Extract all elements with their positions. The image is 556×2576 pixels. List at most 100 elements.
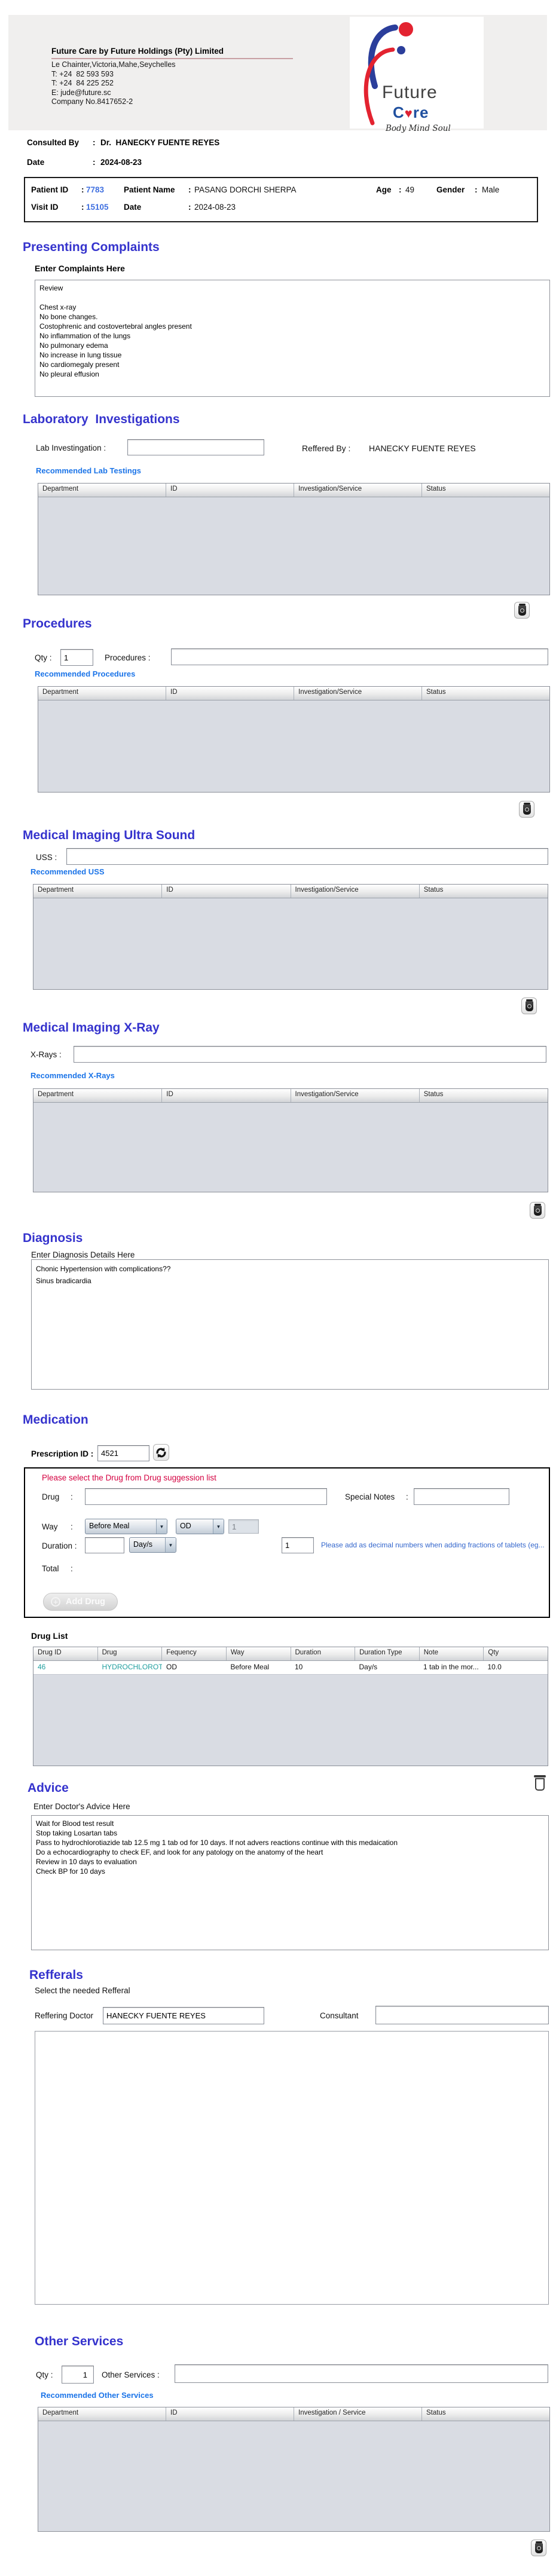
way-qty-input[interactable] [228, 1519, 259, 1534]
visit-id-value: 15105 [86, 203, 109, 212]
prescription-refresh-button[interactable] [153, 1444, 169, 1461]
other-services-delete-button[interactable] [531, 2540, 546, 2556]
drug-list-table: Drug ID Drug Fequency Way Duration Durat… [33, 1647, 548, 1766]
duration-label: Duration : [42, 1541, 77, 1550]
trash-icon [523, 804, 531, 815]
column-header: Fequency [162, 1647, 227, 1660]
drug-name-cell: HYDROCHLOROT [98, 1661, 163, 1674]
report-date-row: Date: 2024-08-23 [27, 157, 142, 168]
consultant-label: Consultant [320, 2011, 359, 2020]
duration-unit-select[interactable]: Day/s ▼ [129, 1537, 176, 1553]
total-label: Total [42, 1564, 59, 1573]
other-services-heading: Other Services [35, 2335, 123, 2349]
xray-delete-button[interactable] [530, 1202, 545, 1219]
recommended-lab-testings-link[interactable]: Recommended Lab Testings [36, 466, 141, 475]
column-header: Investigation/Service [291, 1089, 420, 1102]
consultation-report-page: Future Care by Future Holdings (Pty) Lim… [0, 0, 556, 2576]
advice-textarea[interactable]: Wait for Blood test result Stop taking L… [31, 1815, 549, 1950]
drug-duration-type-cell: Day/s [355, 1661, 420, 1674]
fraction-input[interactable] [282, 1537, 314, 1553]
way-label: Way [42, 1522, 58, 1531]
column-header: Qty [484, 1647, 548, 1660]
visit-date-label: Date [124, 203, 141, 212]
medication-heading: Medication [23, 1413, 88, 1427]
logo-wordmark-future: Future [382, 82, 438, 103]
refferals-list-box[interactable] [35, 2031, 549, 2305]
xray-input[interactable] [74, 1046, 546, 1063]
refresh-icon [155, 1447, 167, 1458]
column-header: Department [33, 1089, 162, 1102]
xray-input-label: X-Rays : [30, 1050, 62, 1059]
add-drug-button[interactable]: + Add Drug [43, 1593, 118, 1611]
drug-list-delete-button[interactable] [533, 1774, 548, 1792]
column-header: Department [38, 687, 166, 700]
lab-delete-button[interactable] [514, 602, 530, 619]
procedures-input[interactable] [171, 648, 548, 665]
add-drug-label: Add Drug [66, 1597, 105, 1607]
uss-delete-button[interactable] [521, 998, 537, 1014]
reffering-doctor-label: Reffering Doctor [35, 2011, 93, 2020]
other-services-input-label: Other Services : [102, 2370, 160, 2379]
colon: : [93, 138, 96, 147]
heart-icon: ♥ [405, 106, 413, 121]
column-header: Status [422, 484, 549, 497]
way-select-value: Before Meal [85, 1519, 156, 1534]
frequency-select[interactable]: OD ▼ [176, 1519, 224, 1534]
column-header: ID [166, 687, 294, 700]
reffering-doctor-input[interactable] [103, 2007, 264, 2024]
recommended-xrays-link[interactable]: Recommended X-Rays [30, 1071, 115, 1080]
lab-table: Department ID Investigation/Service Stat… [38, 483, 550, 595]
consultant-input[interactable] [375, 2006, 549, 2024]
special-notes-input[interactable] [414, 1488, 509, 1505]
refferals-sublabel: Select the needed Refferal [35, 1986, 130, 1995]
colon: : [406, 1492, 408, 1501]
column-header: ID [162, 885, 291, 898]
column-header: Drug ID [33, 1647, 98, 1660]
refferals-heading: Refferals [29, 1968, 83, 1983]
recommended-other-services-link[interactable]: Recommended Other Services [41, 2391, 154, 2400]
duration-unit-value: Day/s [130, 1538, 165, 1552]
drug-table-row[interactable]: 46 HYDROCHLOROT OD Before Meal 10 Day/s … [33, 1661, 548, 1675]
prescription-id-input[interactable] [97, 1445, 149, 1461]
lab-table-header: Department ID Investigation/Service Stat… [38, 484, 549, 497]
procedures-table-header: Department ID Investigation/Service Stat… [38, 687, 549, 700]
company-email: E: jude@future.sc [51, 88, 176, 98]
gender-value: Male [482, 185, 499, 194]
uss-input[interactable] [66, 848, 548, 865]
drug-input[interactable] [85, 1488, 327, 1505]
complaints-textarea[interactable]: Review Chest x-ray No bone changes. Cost… [35, 280, 550, 397]
drug-list-header: Drug ID Drug Fequency Way Duration Durat… [33, 1647, 548, 1661]
recommended-procedures-link[interactable]: Recommended Procedures [35, 669, 135, 678]
date-label: Date [27, 158, 93, 167]
procedures-delete-button[interactable] [519, 801, 534, 818]
visit-date-value: 2024-08-23 [194, 203, 236, 212]
company-name-underline [51, 58, 293, 59]
colon: : [71, 1522, 73, 1531]
logo-wordmark-care: C♥re [393, 103, 429, 122]
other-services-input[interactable] [175, 2364, 548, 2383]
diagnosis-textarea[interactable]: Chonic Hypertension with complications??… [31, 1259, 549, 1390]
column-header: Duration Type [355, 1647, 420, 1660]
drug-way-cell: Before Meal [227, 1661, 291, 1674]
colon: : [71, 1492, 73, 1501]
patient-id-label: Patient ID [31, 185, 68, 194]
uss-table: Department ID Investigation/Service Stat… [33, 884, 548, 990]
other-services-table: Department ID Investigation / Service St… [38, 2407, 550, 2532]
duration-input[interactable] [85, 1537, 124, 1553]
column-header: Department [38, 484, 166, 497]
lab-investigation-input[interactable] [127, 439, 264, 455]
other-services-table-header: Department ID Investigation / Service St… [38, 2407, 549, 2421]
uss-input-label: USS : [36, 853, 57, 862]
trash-icon [535, 1778, 545, 1791]
patient-name-value: PASANG DORCHI SHERPA [194, 185, 297, 194]
drug-id-cell: 46 [33, 1661, 98, 1674]
chevron-down-icon: ▼ [213, 1519, 224, 1534]
colon: : [93, 158, 96, 167]
way-select[interactable]: Before Meal ▼ [85, 1519, 167, 1534]
recommended-uss-link[interactable]: Recommended USS [30, 867, 105, 876]
visit-id-label: Visit ID [31, 203, 59, 212]
procedures-qty-input[interactable] [60, 649, 93, 666]
other-services-qty-input[interactable] [62, 2366, 94, 2384]
company-phone-2: T: +24 84 225 252 [51, 79, 176, 88]
gender-label: Gender [436, 185, 465, 194]
